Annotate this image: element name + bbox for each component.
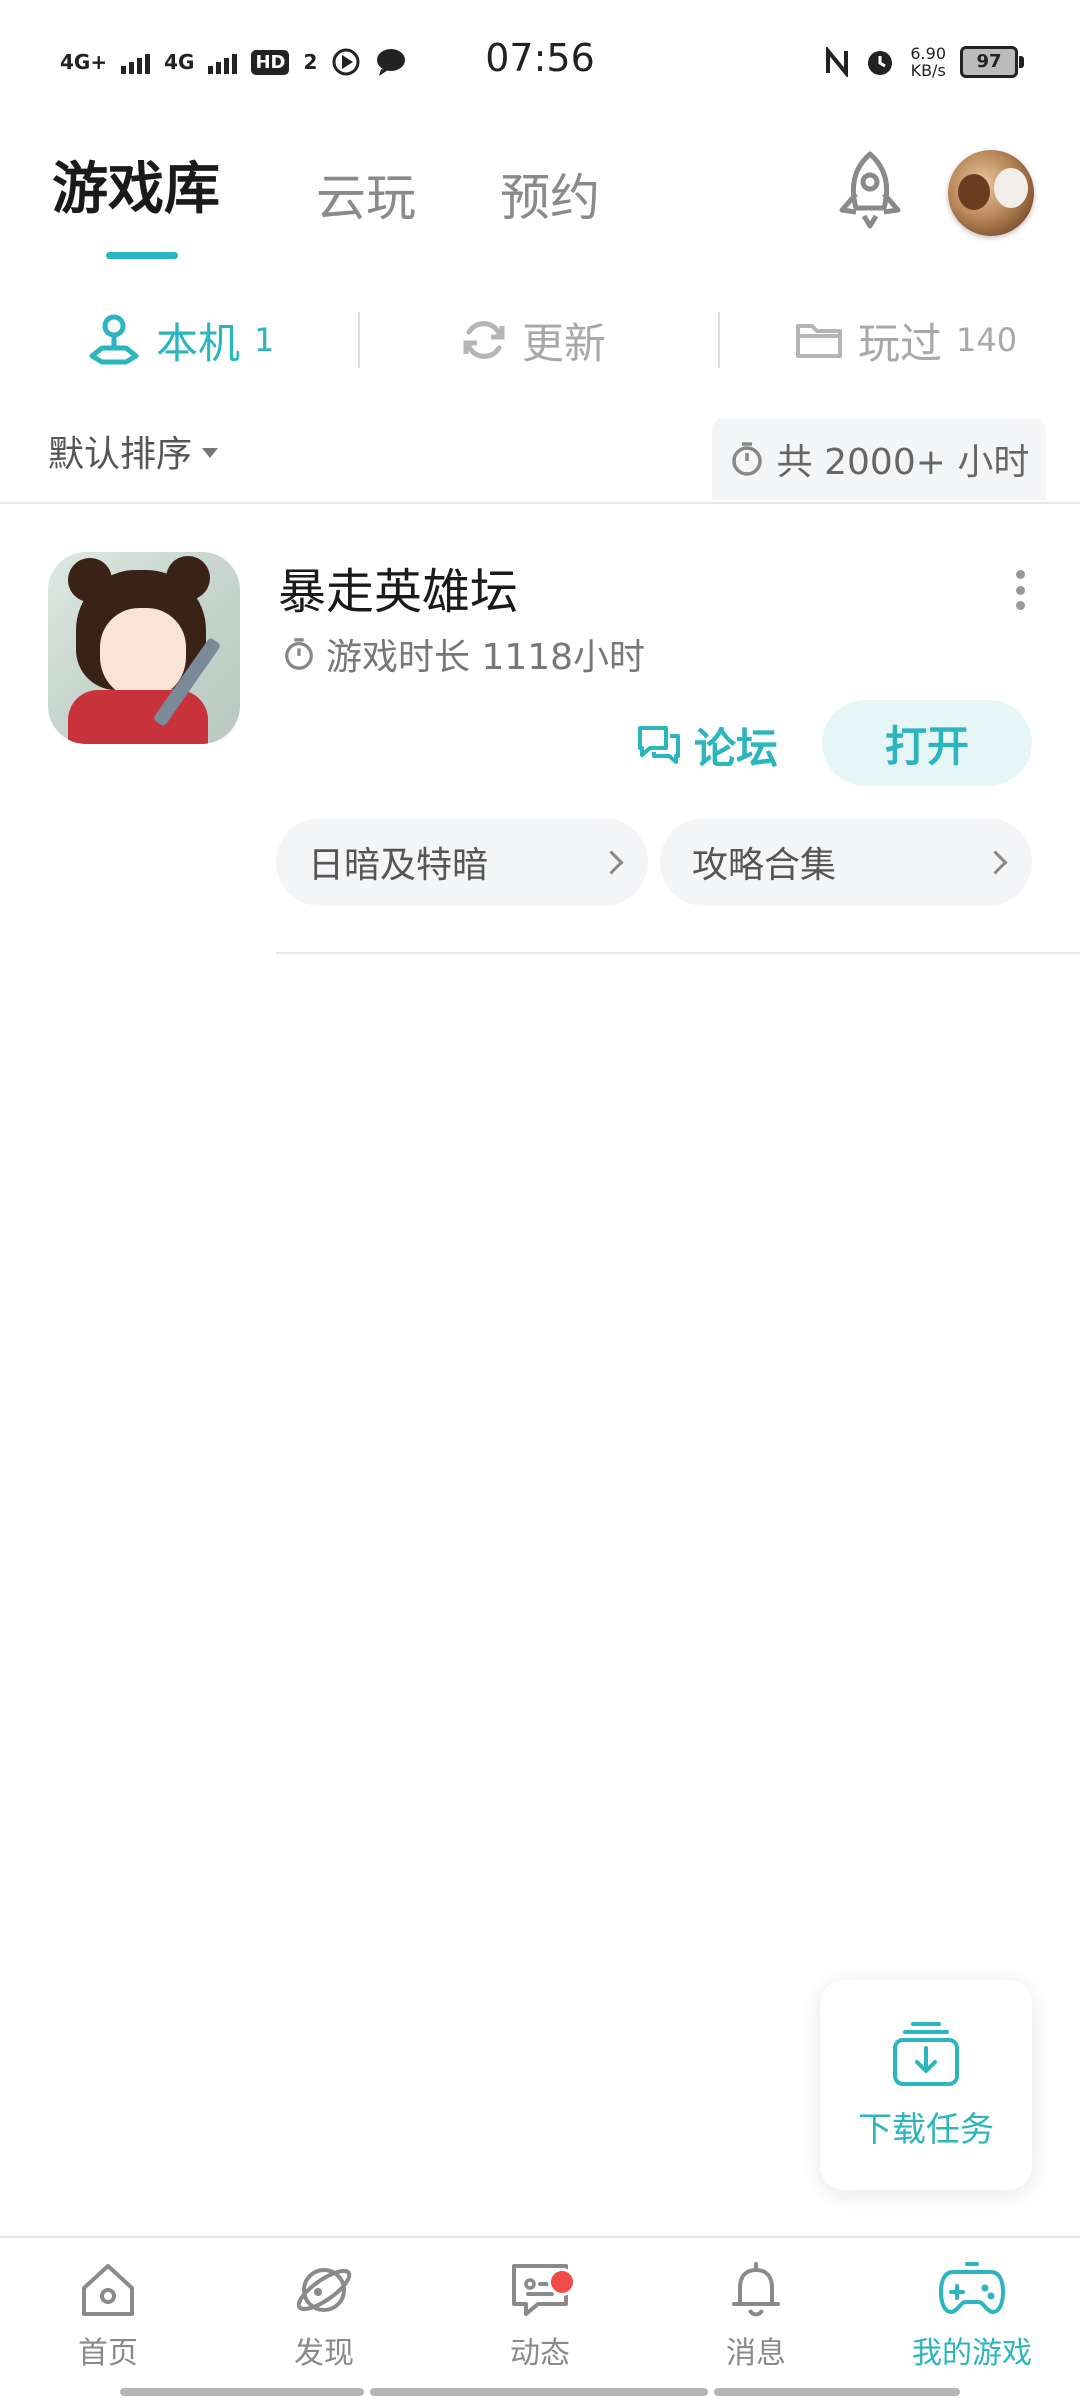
download-tasks-button[interactable]: 下载任务 (820, 1980, 1032, 2190)
download-tray-icon (893, 2021, 959, 2086)
joystick-icon (89, 314, 139, 365)
rocket-icon[interactable] (832, 150, 908, 230)
status-bar: 4G+ 4G HD 2 07:56 6.90 KB/s 97 (0, 0, 1080, 120)
status-right: 6.90 KB/s 97 (824, 40, 1024, 84)
user-avatar[interactable] (948, 150, 1034, 236)
game-icon[interactable] (48, 552, 240, 744)
home-icon (82, 2264, 134, 2316)
game-playtime: 游戏时长 1118小时 (282, 628, 645, 680)
chevron-right-icon (983, 849, 1008, 875)
refresh-icon (463, 321, 505, 359)
nav-activity-label: 动态 (510, 2336, 570, 2371)
folder-icon (796, 324, 842, 358)
card-divider (276, 952, 1080, 954)
subtab-played[interactable]: 玩过 140 (794, 300, 1017, 380)
nav-messages[interactable]: 消息 (648, 2258, 864, 2388)
forum-icon (638, 726, 680, 764)
subtab-played-label: 玩过 (858, 318, 943, 368)
section-divider (0, 502, 1080, 504)
speed-unit: KB/s (910, 61, 946, 80)
chip-guides[interactable]: 攻略合集 (660, 818, 1032, 906)
tab-reservation[interactable]: 预约 (500, 158, 600, 238)
alarm-icon (868, 51, 893, 75)
nav-home[interactable]: 首页 (0, 2258, 216, 2388)
gesture-bar-left (120, 2388, 364, 2396)
sort-label: 默认排序 (48, 434, 193, 475)
nav-messages-label: 消息 (726, 2336, 786, 2371)
tab-indicator (106, 252, 178, 259)
open-game-button[interactable]: 打开 (822, 700, 1032, 786)
forum-label: 论坛 (694, 723, 779, 773)
nav-discover[interactable]: 发现 (216, 2258, 432, 2388)
total-playtime: 共 2000+ 小时 (712, 418, 1046, 500)
divider-2 (718, 312, 720, 368)
game-playtime-label: 游戏时长 1118小时 (326, 637, 646, 678)
stopwatch-icon (731, 442, 762, 476)
planet-icon (296, 2268, 352, 2312)
nfc-icon (826, 47, 849, 77)
gesture-bar-center[interactable] (370, 2388, 708, 2396)
download-tasks-label: 下载任务 (858, 2109, 994, 2150)
subtab-update[interactable]: 更新 (460, 300, 606, 380)
nav-discover-label: 发现 (294, 2336, 354, 2371)
sort-dropdown[interactable]: 默认排序 (48, 425, 219, 477)
nav-home-label: 首页 (78, 2336, 138, 2371)
chip-dark-mode-label: 日暗及特暗 (308, 845, 489, 886)
more-options-icon[interactable] (1010, 570, 1030, 610)
tab-cloud-play[interactable]: 云玩 (316, 158, 416, 238)
notification-badge (548, 2268, 576, 2296)
caret-down-icon (202, 448, 219, 458)
battery-icon: 97 (960, 46, 1024, 78)
subtab-local-label: 本机 (156, 318, 241, 368)
subtab-local[interactable]: 本机 1 (86, 300, 274, 380)
bottom-nav-divider (0, 2236, 1080, 2238)
divider (358, 312, 360, 368)
nav-activity[interactable]: 动态 (432, 2258, 648, 2388)
total-playtime-label: 共 2000+ 小时 (776, 442, 1030, 483)
chip-dark-mode[interactable]: 日暗及特暗 (276, 818, 648, 906)
gesture-bar-right (714, 2388, 960, 2396)
forum-button[interactable]: 论坛 (636, 712, 778, 778)
net-speed: 6.90 KB/s (910, 45, 946, 79)
speed-value: 6.90 (910, 44, 946, 63)
subtab-played-count: 140 (956, 321, 1018, 359)
bell-icon (732, 2262, 780, 2317)
subtab-local-count: 1 (254, 321, 275, 359)
subtab-update-label: 更新 (522, 318, 607, 368)
game-title[interactable]: 暴走英雄坛 (278, 552, 518, 622)
nav-my-games[interactable]: 我的游戏 (864, 2258, 1080, 2388)
chevron-right-icon (599, 849, 624, 875)
nav-my-games-label: 我的游戏 (912, 2336, 1032, 2371)
stopwatch-icon (285, 638, 313, 670)
chip-guides-label: 攻略合集 (692, 845, 837, 886)
gamepad-icon (939, 2262, 1005, 2314)
tab-game-library[interactable]: 游戏库 (52, 150, 220, 230)
